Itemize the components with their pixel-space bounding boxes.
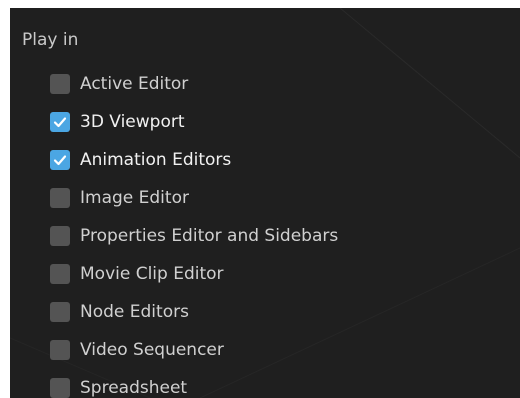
- option-movie-clip-editor[interactable]: Movie Clip Editor: [50, 255, 338, 293]
- checkbox-3d-viewport[interactable]: [50, 112, 70, 132]
- option-spreadsheet[interactable]: Spreadsheet: [50, 369, 338, 398]
- option-label: Node Editors: [80, 302, 189, 322]
- option-label: Active Editor: [80, 74, 189, 94]
- option-label: Spreadsheet: [80, 378, 188, 398]
- checkbox-image-editor[interactable]: [50, 188, 70, 208]
- option-active-editor[interactable]: Active Editor: [50, 65, 338, 103]
- checkbox-properties-editor-and-sidebars[interactable]: [50, 226, 70, 246]
- checkbox-movie-clip-editor[interactable]: [50, 264, 70, 284]
- option-label: Image Editor: [80, 188, 189, 208]
- checkbox-node-editors[interactable]: [50, 302, 70, 322]
- section-title: Play in: [22, 30, 79, 50]
- play-in-options: Active Editor 3D Viewport Animation Edit…: [50, 65, 338, 398]
- checkbox-video-sequencer[interactable]: [50, 340, 70, 360]
- checkbox-animation-editors[interactable]: [50, 150, 70, 170]
- option-label: 3D Viewport: [80, 112, 185, 132]
- checkbox-spreadsheet[interactable]: [50, 378, 70, 398]
- option-video-sequencer[interactable]: Video Sequencer: [50, 331, 338, 369]
- option-animation-editors[interactable]: Animation Editors: [50, 141, 338, 179]
- preferences-panel: Play in Active Editor 3D Viewport Animat…: [10, 8, 520, 398]
- option-label: Video Sequencer: [80, 340, 224, 360]
- checkbox-active-editor[interactable]: [50, 74, 70, 94]
- option-3d-viewport[interactable]: 3D Viewport: [50, 103, 338, 141]
- option-label: Movie Clip Editor: [80, 264, 224, 284]
- option-image-editor[interactable]: Image Editor: [50, 179, 338, 217]
- option-label: Animation Editors: [80, 150, 232, 170]
- option-label: Properties Editor and Sidebars: [80, 226, 339, 246]
- checkmark-icon: [53, 155, 67, 166]
- option-node-editors[interactable]: Node Editors: [50, 293, 338, 331]
- option-properties-editor-and-sidebars[interactable]: Properties Editor and Sidebars: [50, 217, 338, 255]
- checkmark-icon: [53, 117, 67, 128]
